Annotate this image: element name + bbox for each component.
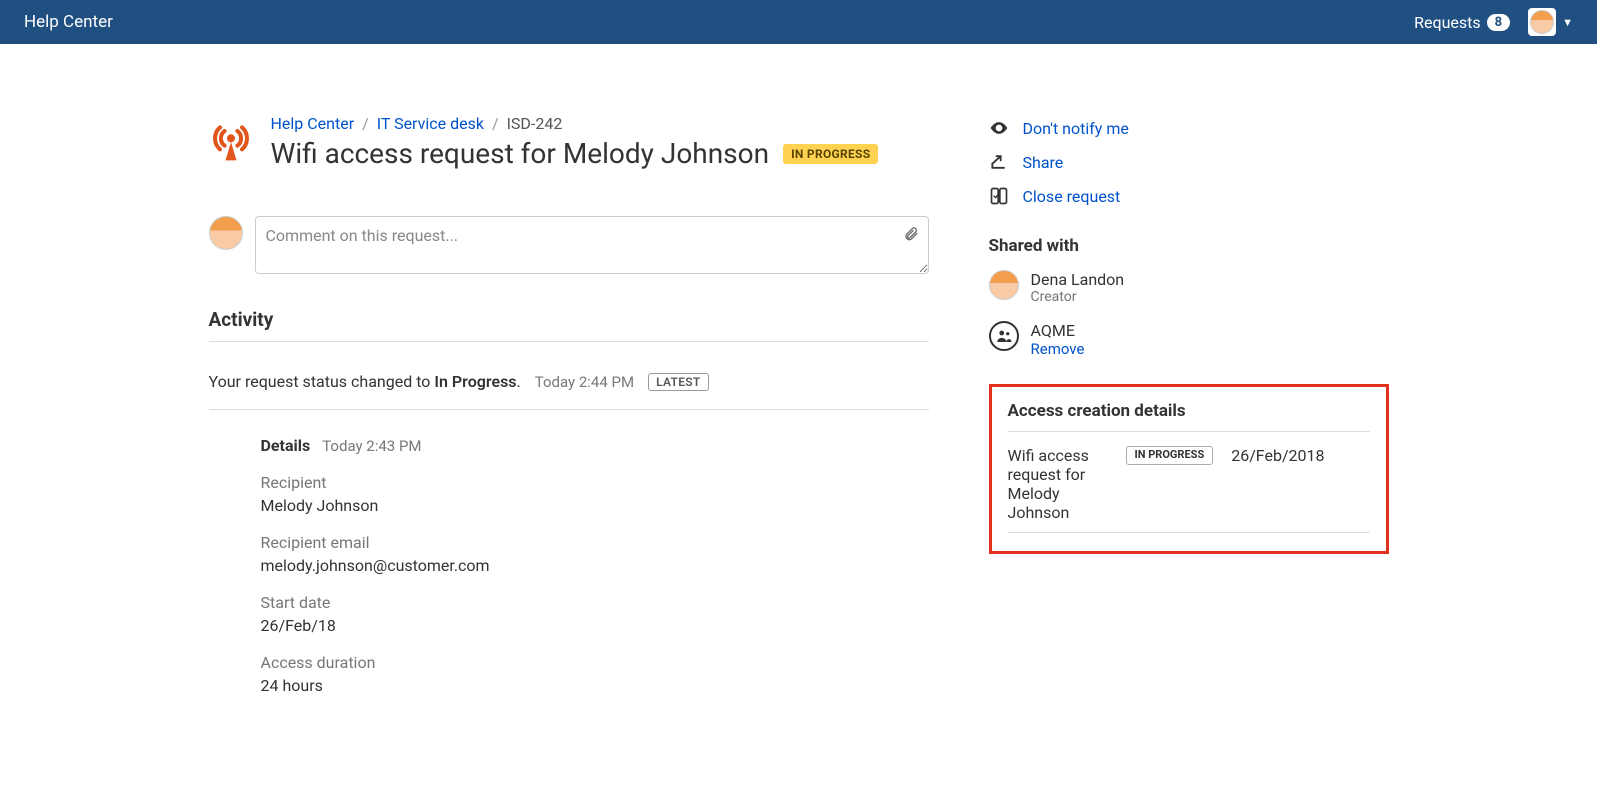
- activity-time: Today 2:44 PM: [535, 373, 634, 391]
- details-block: Details Today 2:43 PM Recipient Melody J…: [261, 436, 929, 695]
- status-badge: IN PROGRESS: [783, 144, 878, 164]
- activity-entry: Your request status changed to In Progre…: [209, 372, 929, 410]
- page-title: Wifi access request for Melody Johnson: [271, 137, 770, 170]
- comment-input[interactable]: [255, 216, 929, 274]
- shared-group: AQME Remove: [989, 321, 1389, 358]
- share-icon: [989, 152, 1009, 172]
- activity-prefix: Your request status changed to: [209, 372, 435, 391]
- access-duration-label: Access duration: [261, 653, 929, 672]
- avatar: [1528, 8, 1556, 36]
- recipient-value: Melody Johnson: [261, 496, 929, 515]
- attachment-icon[interactable]: [903, 225, 919, 247]
- action-list: Don't notify me Share Close request: [989, 118, 1389, 206]
- activity-suffix: .: [517, 372, 521, 391]
- avatar: [989, 270, 1019, 300]
- access-creation-panel: Access creation details Wifi access requ…: [989, 384, 1389, 554]
- shared-person: Dena Landon Creator: [989, 270, 1389, 305]
- latest-badge: LATEST: [648, 373, 709, 391]
- shared-person-name: Dena Landon: [1031, 270, 1125, 289]
- start-date-label: Start date: [261, 593, 929, 612]
- access-duration-value: 24 hours: [261, 676, 929, 695]
- requests-count-badge: 8: [1487, 14, 1510, 31]
- recipient-email-value: melody.johnson@customer.com: [261, 556, 929, 575]
- details-heading: Details: [261, 436, 311, 455]
- activity-status-value: In Progress: [434, 372, 516, 391]
- shared-group-name: AQME: [1031, 321, 1085, 340]
- activity-heading: Activity: [209, 308, 929, 342]
- close-request-link[interactable]: Close request: [1023, 187, 1121, 206]
- eye-icon: [989, 118, 1009, 138]
- topbar: Help Center Requests 8 ▼: [0, 0, 1597, 44]
- access-creation-status: IN PROGRESS: [1126, 446, 1214, 465]
- remove-share-link[interactable]: Remove: [1031, 340, 1085, 358]
- requests-link[interactable]: Requests 8: [1414, 13, 1510, 32]
- shared-with-heading: Shared with: [989, 236, 1389, 256]
- group-icon: [989, 321, 1019, 351]
- breadcrumb-key: ISD-242: [507, 114, 563, 133]
- breadcrumb-separator: /: [492, 114, 499, 133]
- share-link[interactable]: Share: [1023, 153, 1064, 172]
- access-creation-row: Wifi access request for Melody Johnson I…: [1008, 446, 1370, 533]
- topbar-brand[interactable]: Help Center: [24, 12, 113, 32]
- breadcrumb: Help Center / IT Service desk / ISD-242: [271, 114, 879, 133]
- requests-label: Requests: [1414, 13, 1481, 32]
- access-creation-heading: Access creation details: [1008, 401, 1370, 432]
- start-date-value: 26/Feb/18: [261, 616, 929, 635]
- recipient-label: Recipient: [261, 473, 929, 492]
- dont-notify-link[interactable]: Don't notify me: [1023, 119, 1129, 138]
- details-time: Today 2:43 PM: [322, 437, 421, 455]
- profile-menu[interactable]: ▼: [1528, 8, 1573, 36]
- activity-status-text: Your request status changed to In Progre…: [209, 372, 521, 391]
- access-creation-date: 26/Feb/2018: [1231, 446, 1324, 465]
- recipient-email-label: Recipient email: [261, 533, 929, 552]
- avatar: [209, 216, 243, 250]
- shared-person-role: Creator: [1031, 289, 1125, 305]
- breadcrumb-separator: /: [362, 114, 369, 133]
- access-creation-title: Wifi access request for Melody Johnson: [1008, 446, 1108, 522]
- chevron-down-icon: ▼: [1562, 16, 1573, 29]
- wifi-antenna-icon: [209, 120, 253, 164]
- breadcrumb-root[interactable]: Help Center: [271, 114, 355, 133]
- close-request-icon: [989, 186, 1009, 206]
- breadcrumb-project[interactable]: IT Service desk: [377, 114, 484, 133]
